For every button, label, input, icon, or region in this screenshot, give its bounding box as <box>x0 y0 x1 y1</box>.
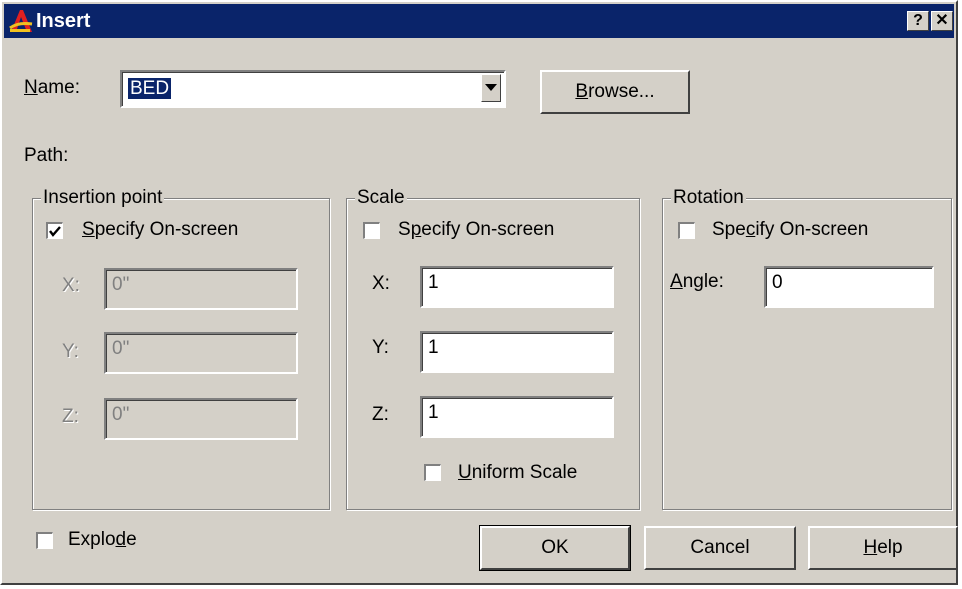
window-title: Insert <box>36 10 91 32</box>
rotation-specify-label: Specify On-screen <box>712 219 869 240</box>
rotation-specify-rest: ify On-screen <box>755 219 869 240</box>
uniform-scale-rest: niform Scale <box>471 462 578 483</box>
browse-button[interactable]: Browse... <box>540 70 690 114</box>
explode-rest: e <box>126 529 137 550</box>
scale-title: Scale <box>355 186 407 210</box>
scale-x-input[interactable]: 1 <box>420 266 614 308</box>
autocad-app-icon <box>9 10 33 32</box>
scale-x-label: X: <box>372 273 390 294</box>
rotation-specify-checkbox[interactable] <box>678 222 695 239</box>
uniform-scale-label: Uniform Scale <box>458 462 578 483</box>
name-combobox[interactable]: BED <box>120 70 506 108</box>
cancel-button[interactable]: Cancel <box>644 526 796 570</box>
checkmark-icon <box>49 226 61 237</box>
insertion-specify-label: Specify On-screen <box>82 219 239 240</box>
help-label-rest: elp <box>877 537 903 558</box>
name-label-text: ame: <box>37 77 80 98</box>
insertion-z-label: Z: <box>62 406 79 427</box>
scale-y-label: Y: <box>372 337 389 358</box>
ok-button[interactable]: OK <box>479 525 631 571</box>
explode-label: Explode <box>68 529 137 550</box>
scale-specify-checkbox[interactable] <box>363 222 380 239</box>
browse-label: rowse... <box>588 81 655 102</box>
insertion-y-input[interactable]: 0" <box>104 332 298 374</box>
rotation-group: Rotation <box>662 186 952 510</box>
path-label: Path: <box>24 145 69 166</box>
angle-input[interactable]: 0 <box>764 266 934 308</box>
close-button[interactable]: ✕ <box>931 11 953 31</box>
insertion-x-input[interactable]: 0" <box>104 268 298 310</box>
angle-label: Angle: <box>670 271 724 292</box>
scale-z-input[interactable]: 1 <box>420 396 614 438</box>
insertion-specify-rest: pecify On-screen <box>94 219 239 240</box>
help-button[interactable]: Help <box>808 526 958 570</box>
scale-specify-label: Specify On-screen <box>398 219 555 240</box>
scale-specify-rest: ecify On-screen <box>421 219 555 240</box>
angle-label-rest: ngle: <box>682 271 724 292</box>
scale-y-input[interactable]: 1 <box>420 331 614 373</box>
name-value: BED <box>128 78 172 99</box>
insertion-z-input[interactable]: 0" <box>104 398 298 440</box>
scale-z-label: Z: <box>372 404 389 425</box>
insertion-specify-checkbox[interactable] <box>46 222 63 239</box>
help-title-button[interactable]: ? <box>907 11 929 31</box>
rotation-title: Rotation <box>671 186 746 210</box>
chevron-down-icon <box>485 84 497 91</box>
name-label: Name: <box>24 77 80 98</box>
insertion-y-label: Y: <box>62 341 79 362</box>
title-bar[interactable]: Insert ? ✕ <box>4 4 954 38</box>
dropdown-button[interactable] <box>481 74 501 102</box>
insertion-x-label: X: <box>62 275 80 296</box>
uniform-scale-checkbox[interactable] <box>424 464 441 481</box>
explode-checkbox[interactable] <box>36 532 53 549</box>
insert-dialog: Insert ? ✕ Name: BED Browse... Path: Ins… <box>0 0 958 585</box>
insertion-point-title: Insertion point <box>41 186 165 210</box>
